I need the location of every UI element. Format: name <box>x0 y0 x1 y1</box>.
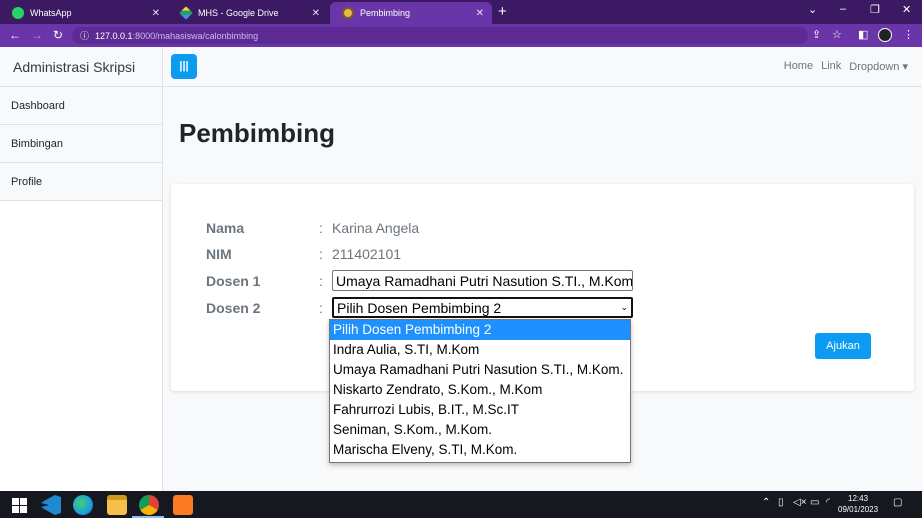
restore-icon[interactable]: ❐ <box>870 3 880 16</box>
battery-icon[interactable]: ▯ <box>778 497 784 508</box>
new-tab-button[interactable]: + <box>498 3 507 20</box>
close-icon[interactable]: ✕ <box>476 8 484 19</box>
url-field[interactable]: ⓘ 127.0.0.1 :8000/mahasiswa/calonbimbing <box>72 27 808 44</box>
close-icon[interactable]: ✕ <box>152 8 160 19</box>
forward-arrow-icon[interactable]: → <box>31 28 43 42</box>
colon: : <box>319 220 323 236</box>
browser-tab-bar: WhatsApp ✕ MHS - Google Drive ✕ Pembimbi… <box>0 0 922 24</box>
navbar-links: Home Link Dropdown ▾ <box>784 60 908 73</box>
windows-start-icon[interactable] <box>10 495 30 515</box>
sidebar-item-profile[interactable]: Profile <box>0 163 162 201</box>
row-dosen2: Dosen 2 : Pilih Dosen Pembimbing 2 ⌄ <box>206 297 633 318</box>
vscode-icon[interactable] <box>41 495 61 515</box>
nim-value: 211402101 <box>332 246 402 262</box>
dosen2-label: Dosen 2 <box>206 299 261 316</box>
menu-kebab-icon[interactable]: ⋮ <box>903 28 914 41</box>
chevron-down-icon: ⌄ <box>620 302 628 312</box>
site-info-icon[interactable]: ⓘ <box>80 29 89 42</box>
xampp-icon[interactable] <box>173 495 193 515</box>
clock-date: 09/01/2023 <box>838 505 879 514</box>
dosen1-label: Dosen 1 <box>206 272 261 289</box>
side-panel-icon[interactable]: ◧ <box>858 28 868 41</box>
tab-title: Pembimbing <box>360 8 411 18</box>
share-icon[interactable]: ⇪ <box>812 28 821 41</box>
sidebar-item-dashboard[interactable]: Dashboard <box>0 87 162 125</box>
row-nama: Nama : Karina Angela <box>206 220 419 236</box>
address-bar: ← → ↻ ⓘ 127.0.0.1 :8000/mahasiswa/calonb… <box>0 24 922 47</box>
nav-link-home[interactable]: Home <box>784 60 813 73</box>
clock-time: 12:43 <box>848 494 869 503</box>
dosen2-option[interactable]: Fahrurrozi Lubis, B.IT., M.Sc.IT <box>330 400 630 420</box>
nav-dropdown[interactable]: Dropdown ▾ <box>849 60 908 73</box>
dosen1-selected-value: Umaya Ramadhani Putri Nasution S.TI., M.… <box>336 272 633 289</box>
google-drive-icon <box>179 6 193 20</box>
back-arrow-icon[interactable]: ← <box>9 28 21 42</box>
windows-taskbar: ⌃ ▯ ◁× ▭ ◜ 12:43 09/01/2023 ▢ <box>0 491 922 518</box>
url-path: :8000/mahasiswa/calonbimbing <box>132 30 259 41</box>
sidebar-toggle-button[interactable]: ||| <box>171 54 197 79</box>
ajukan-button[interactable]: Ajukan <box>815 333 871 359</box>
close-icon[interactable]: ✕ <box>312 8 320 19</box>
tab-search-icon[interactable]: ⌄ <box>808 3 817 16</box>
bookmark-star-icon[interactable]: ☆ <box>832 28 842 41</box>
row-dosen1: Dosen 1 : Umaya Ramadhani Putri Nasution… <box>206 270 633 291</box>
colon: : <box>319 272 323 289</box>
nav-dropdown-label: Dropdown <box>849 61 900 73</box>
dosen2-selected-value: Pilih Dosen Pembimbing 2 <box>337 299 502 316</box>
window-close-icon[interactable]: ✕ <box>902 3 911 16</box>
colon: : <box>319 299 323 316</box>
tab-title: MHS - Google Drive <box>198 8 279 18</box>
row-nim: NIM : 211402101 <box>206 246 401 262</box>
nama-label: Nama <box>206 220 245 236</box>
power-icon[interactable]: ▭ <box>810 497 819 508</box>
nav-link-link[interactable]: Link <box>821 60 841 73</box>
tray-chevron-up-icon[interactable]: ⌃ <box>762 497 770 508</box>
tab-whatsapp[interactable]: WhatsApp ✕ <box>0 2 168 24</box>
site-icon <box>342 7 354 19</box>
dosen2-option[interactable]: Seniman, S.Kom., M.Kom. <box>330 420 630 440</box>
nama-value: Karina Angela <box>332 220 420 236</box>
tab-title: WhatsApp <box>30 8 72 18</box>
sidebar-brand[interactable]: Administrasi Skripsi <box>0 47 162 87</box>
dosen2-select[interactable]: Pilih Dosen Pembimbing 2 ⌄ <box>332 297 633 318</box>
volume-muted-icon[interactable]: ◁× <box>793 497 807 508</box>
reload-icon[interactable]: ↻ <box>53 28 63 42</box>
minimize-icon[interactable]: – <box>840 3 846 15</box>
caret-down-icon: ▾ <box>899 61 908 73</box>
dosen2-option[interactable]: Niskarto Zendrato, S.Kom., M.Kom <box>330 380 630 400</box>
top-navbar: ||| Home Link Dropdown ▾ <box>163 47 922 87</box>
tab-google-drive[interactable]: MHS - Google Drive ✕ <box>168 2 328 24</box>
sidebar: Administrasi Skripsi Dashboard Bimbingan… <box>0 47 163 491</box>
dosen2-option[interactable]: Pilih Dosen Pembimbing 2 <box>330 320 630 340</box>
colon: : <box>319 246 323 262</box>
url-host: 127.0.0.1 <box>95 30 133 41</box>
edge-icon[interactable] <box>73 495 93 515</box>
whatsapp-icon <box>12 7 24 19</box>
profile-avatar[interactable] <box>878 28 892 42</box>
dosen2-options-list: Pilih Dosen Pembimbing 2 Indra Aulia, S.… <box>329 319 631 463</box>
page-title: Pembimbing <box>179 118 336 148</box>
dosen2-option[interactable]: Indra Aulia, S.TI, M.Kom <box>330 340 630 360</box>
notifications-icon[interactable]: ▢ <box>893 497 902 508</box>
dosen1-select[interactable]: Umaya Ramadhani Putri Nasution S.TI., M.… <box>332 270 633 291</box>
chrome-icon[interactable] <box>139 495 159 515</box>
tab-pembimbing[interactable]: Pembimbing ✕ <box>330 2 492 24</box>
clock[interactable]: 12:43 09/01/2023 <box>838 493 878 515</box>
file-explorer-icon[interactable] <box>107 495 127 515</box>
sidebar-item-bimbingan[interactable]: Bimbingan <box>0 125 162 163</box>
dosen2-option[interactable]: Marischa Elveny, S.TI, M.Kom. <box>330 440 630 460</box>
wifi-icon[interactable]: ◜ <box>826 497 830 508</box>
dosen2-option[interactable]: Umaya Ramadhani Putri Nasution S.TI., M.… <box>330 360 630 380</box>
nim-label: NIM <box>206 246 232 262</box>
